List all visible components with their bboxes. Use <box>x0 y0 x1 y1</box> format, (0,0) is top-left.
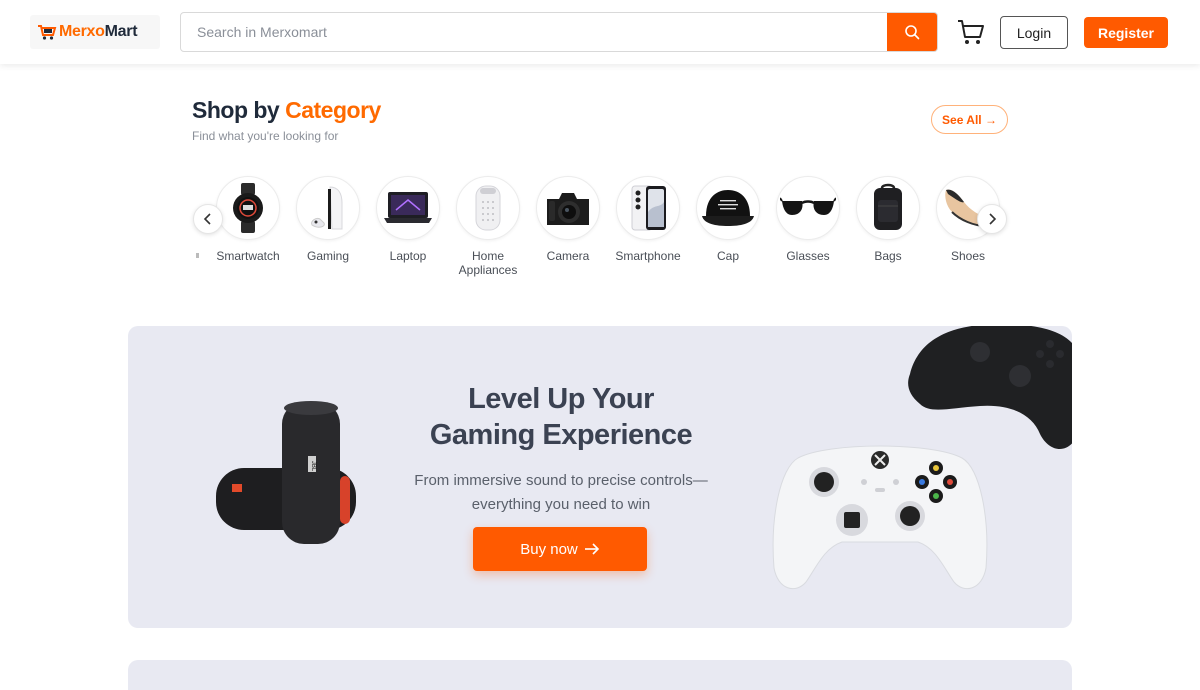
category-gaming[interactable]: Gaming <box>288 176 368 263</box>
category-label: Shoes <box>950 249 986 263</box>
cap-icon <box>702 190 754 226</box>
next-section-card <box>128 660 1072 690</box>
chevron-left-icon <box>203 213 211 225</box>
air-purifier-icon <box>475 185 501 231</box>
logo-text-part1: Merxo <box>59 23 105 40</box>
see-all-button[interactable]: See All → <box>931 105 1008 134</box>
category-glasses[interactable]: Glasses <box>768 176 848 263</box>
search-icon <box>905 25 920 40</box>
cart-icon <box>958 20 984 44</box>
search-bar <box>180 12 938 52</box>
glasses-icon <box>780 197 836 215</box>
laptop-icon <box>384 192 432 223</box>
category-image <box>696 176 760 240</box>
cart-logo-icon <box>38 25 57 40</box>
banner-heading-line1: Level Up Your <box>468 383 654 415</box>
white-controller-image <box>772 445 988 590</box>
camera-icon <box>547 193 589 225</box>
buy-now-button[interactable]: Buy now <box>473 527 647 571</box>
category-label: Cap <box>716 249 739 263</box>
category-image <box>536 176 600 240</box>
section-title-part1: Shop by <box>192 97 280 123</box>
search-button[interactable] <box>887 13 937 51</box>
category-camera[interactable]: Camera <box>528 176 608 263</box>
logo[interactable]: MerxoMart <box>30 15 160 49</box>
category-laptop[interactable]: Laptop <box>368 176 448 263</box>
site-header: MerxoMart Login Register <box>0 0 1200 64</box>
category-image <box>216 176 280 240</box>
category-image <box>376 176 440 240</box>
category-label: Smartphone <box>615 249 681 263</box>
category-image <box>456 176 520 240</box>
smartwatch-icon <box>233 183 263 233</box>
promo-banner: JBL Level Up Your Gaming Experience From… <box>128 326 1072 628</box>
arrow-right-icon <box>584 543 599 555</box>
category-home-appliances[interactable]: Home Appliances <box>448 176 528 277</box>
search-input[interactable] <box>181 13 887 51</box>
logo-text-part2: Mart <box>104 23 138 40</box>
category-label: Home Appliances <box>458 249 518 277</box>
login-button[interactable]: Login <box>1000 16 1068 49</box>
category-image <box>296 176 360 240</box>
black-controller-image <box>908 326 1072 449</box>
carousel-prev-button[interactable] <box>193 204 223 234</box>
smartphone-icon <box>631 185 666 231</box>
backpack-icon <box>874 183 902 230</box>
category-bags[interactable]: Bags <box>848 176 928 263</box>
category-smartphone[interactable]: Smartphone <box>608 176 688 263</box>
cart-button[interactable] <box>956 17 986 47</box>
chevron-right-icon <box>989 213 997 225</box>
category-cap[interactable]: Cap <box>688 176 768 263</box>
game-console-icon <box>311 186 343 230</box>
category-label: Smartwatch <box>216 249 280 263</box>
category-label: Laptop <box>389 249 427 263</box>
category-image <box>616 176 680 240</box>
section-title: Shop by Category <box>192 97 381 124</box>
category-label: Bags <box>874 249 902 263</box>
register-button[interactable]: Register <box>1084 17 1168 48</box>
category-image <box>856 176 920 240</box>
category-label: Gaming <box>306 249 350 263</box>
category-label: Glasses <box>786 249 830 263</box>
carousel-next-button[interactable] <box>977 204 1007 234</box>
slider-edge-marker <box>196 253 199 258</box>
category-label: Camera <box>546 249 590 263</box>
section-title-part2: Category <box>285 97 381 123</box>
buy-now-label: Buy now <box>520 540 578 558</box>
section-subtitle: Find what you're looking for <box>192 129 339 143</box>
logo-text: MerxoMart <box>59 23 138 41</box>
category-image <box>776 176 840 240</box>
